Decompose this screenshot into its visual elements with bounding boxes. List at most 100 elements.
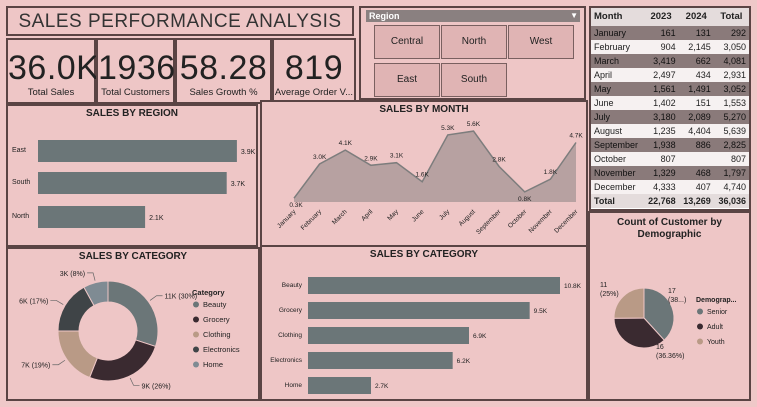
- value-cell: 1,797: [713, 166, 749, 180]
- data-label: 2.9K: [364, 155, 378, 162]
- bar[interactable]: [38, 206, 146, 228]
- value-cell: 4,081: [713, 54, 749, 68]
- category-label: South: [12, 179, 30, 186]
- data-label: 5.6K: [467, 121, 481, 128]
- legend-marker: [193, 361, 199, 368]
- slice[interactable]: [107, 280, 159, 348]
- data-label: 3.1K: [390, 153, 404, 160]
- tick-label: September: [475, 208, 503, 236]
- bar[interactable]: [38, 140, 237, 162]
- table-row[interactable]: August 1,235 4,404 5,639: [591, 124, 749, 138]
- sales-by-region-chart: East 3.9K South 3.7K North 2.1K: [12, 140, 256, 228]
- data-label: 1.8K: [544, 169, 558, 176]
- value-cell: 904: [643, 40, 679, 54]
- column-header-total[interactable]: Total: [713, 8, 749, 26]
- kpi-card-sales-growth[interactable]: 58.28 Sales Growth %: [175, 38, 272, 104]
- data-label: 1.6K: [415, 172, 429, 179]
- table-row[interactable]: April 2,497 434 2,931: [591, 68, 749, 82]
- sales-by-month-panel: SALES BY MONTH 0.3K 3.0K 4.1K 2.9K 3.1K 1.6K 5…: [260, 100, 588, 247]
- region-option-north[interactable]: North: [441, 25, 507, 59]
- data-label: 6.9K: [473, 333, 487, 340]
- sales-by-category-donut-chart: 11K (30%)9K (26%)7K (19%)6K (17%)3K (8%)…: [19, 271, 240, 390]
- slice[interactable]: [57, 330, 98, 379]
- tick-label: October: [507, 208, 529, 230]
- value-cell: 161: [643, 26, 679, 40]
- category-label: Home: [285, 382, 303, 389]
- value-cell: 407: [678, 180, 714, 194]
- region-slicer-header[interactable]: Region ▼: [366, 10, 580, 22]
- region-option-central[interactable]: Central: [374, 25, 440, 59]
- region-option-west[interactable]: West: [508, 25, 574, 59]
- value-cell: 3,180: [643, 110, 679, 124]
- value-cell: 151: [678, 96, 714, 110]
- bar[interactable]: [308, 327, 469, 344]
- column-header-2024[interactable]: 2024: [678, 8, 714, 26]
- area-fill: [294, 131, 576, 202]
- leader-line: [149, 295, 163, 301]
- leader-line: [129, 377, 140, 386]
- value-cell: 1,402: [643, 96, 679, 110]
- value-cell: 1,235: [643, 124, 679, 138]
- kpi-card-total-sales[interactable]: 36.0K Total Sales: [6, 38, 99, 104]
- data-label: 9.5K: [534, 308, 548, 315]
- data-label: 3K (8%): [60, 271, 85, 278]
- data-label: (38...): [668, 297, 686, 304]
- table-total-row: Total 22,768 13,269 36,036: [591, 194, 749, 208]
- region-option-south[interactable]: South: [441, 63, 507, 97]
- slice[interactable]: [88, 339, 157, 382]
- kpi-label: Total Sales: [27, 87, 75, 98]
- table-row[interactable]: June 1,402 151 1,553: [591, 96, 749, 110]
- bar[interactable]: [308, 377, 371, 394]
- kpi-value: 1936: [98, 49, 176, 87]
- data-label: 6K (17%): [19, 298, 48, 305]
- table-row[interactable]: November 1,329 468 1,797: [591, 166, 749, 180]
- table-row[interactable]: July 3,180 2,089 5,270: [591, 110, 749, 124]
- legend-label: Clothing: [203, 330, 231, 339]
- sales-by-category-bar-chart: Beauty 10.8K Grocery 9.5K Clothing 6.9K Electr…: [270, 277, 582, 394]
- sales-by-region-panel: SALES BY REGION East 3.9K South 3.7K North 2.…: [6, 104, 258, 247]
- legend-marker: [193, 316, 199, 323]
- value-cell: 807: [643, 152, 679, 166]
- value-cell: 1,553: [713, 96, 749, 110]
- total-cell: 36,036: [713, 194, 749, 208]
- column-header-month[interactable]: Month: [591, 8, 644, 26]
- table-row[interactable]: January 161 131 292: [591, 26, 749, 40]
- table-header-row: Month 2023 2024 Total: [591, 8, 749, 26]
- bar[interactable]: [308, 302, 530, 319]
- table-row[interactable]: September 1,938 886 2,825: [591, 138, 749, 152]
- kpi-card-average-order-value[interactable]: 819 Average Order V...: [272, 38, 356, 104]
- month-cell: March: [591, 54, 644, 68]
- tick-label: February: [300, 208, 324, 232]
- bar[interactable]: [308, 352, 453, 369]
- value-cell: 1,561: [643, 82, 679, 96]
- legend-label: Youth: [707, 339, 725, 346]
- kpi-card-total-customers[interactable]: 1936 Total Customers: [96, 38, 175, 104]
- month-cell: February: [591, 40, 644, 54]
- page-title: SALES PERFORMANCE ANALYSIS: [6, 6, 354, 36]
- category-label: Electronics: [270, 357, 303, 364]
- table-row[interactable]: March 3,419 662 4,081: [591, 54, 749, 68]
- data-label: 7K (19%): [21, 363, 50, 370]
- chevron-down-icon[interactable]: ▼: [570, 10, 578, 22]
- value-cell: 1,938: [643, 138, 679, 152]
- month-cell: May: [591, 82, 644, 96]
- category-label: Beauty: [282, 282, 303, 289]
- region-slicer-title: Region: [369, 11, 400, 21]
- bar[interactable]: [308, 277, 560, 294]
- bar[interactable]: [38, 172, 227, 194]
- legend-title: Demograp...: [696, 297, 737, 304]
- data-label: 3.7K: [231, 181, 246, 188]
- region-option-east[interactable]: East: [374, 63, 440, 97]
- table-row[interactable]: October 807 807: [591, 152, 749, 166]
- month-cell: December: [591, 180, 644, 194]
- table-row[interactable]: December 4,333 407 4,740: [591, 180, 749, 194]
- value-cell: 662: [678, 54, 714, 68]
- table-row[interactable]: May 1,561 1,491 3,052: [591, 82, 749, 96]
- column-header-2023[interactable]: 2023: [643, 8, 679, 26]
- table-row[interactable]: February 904 2,145 3,050: [591, 40, 749, 54]
- tick-label: June: [411, 208, 426, 223]
- data-label: 10.8K: [564, 283, 582, 290]
- value-cell: 5,270: [713, 110, 749, 124]
- category-label: Grocery: [279, 307, 303, 314]
- value-cell: [678, 152, 714, 166]
